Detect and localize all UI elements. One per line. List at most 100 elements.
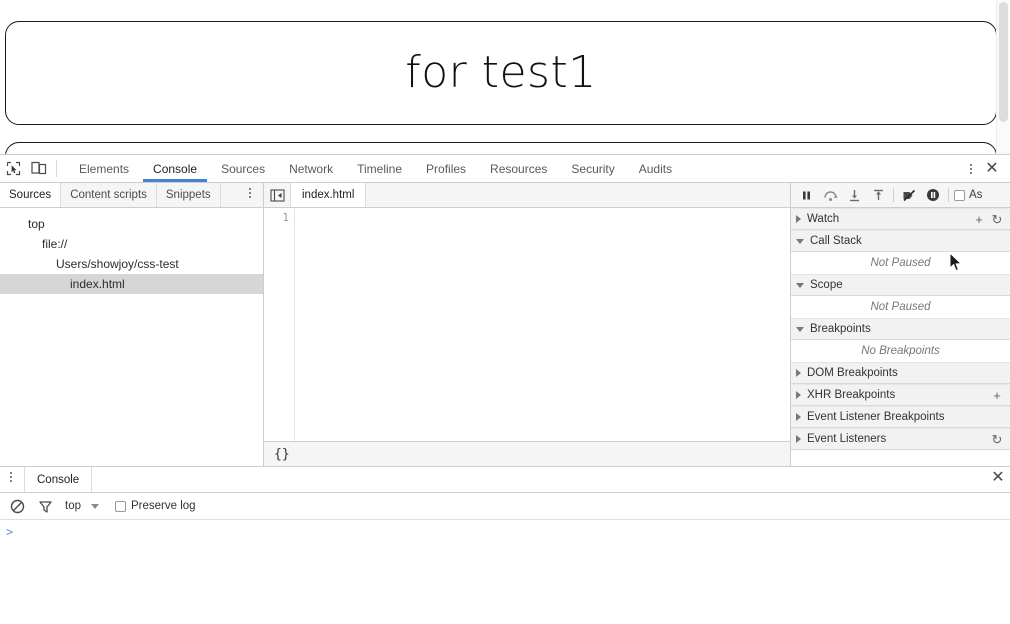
tab-label: Console bbox=[37, 473, 80, 486]
add-icon[interactable]: + bbox=[971, 211, 987, 227]
page-viewport: for test1 bbox=[0, 0, 1010, 154]
drawer-tab-list: Console ✕ bbox=[0, 467, 1010, 493]
inspect-cursor-icon[interactable] bbox=[0, 155, 26, 182]
console-message-list: > bbox=[0, 520, 1010, 624]
chevron-right-icon bbox=[796, 435, 801, 443]
pane-title: Scope bbox=[810, 279, 843, 291]
checkbox-box[interactable] bbox=[115, 500, 126, 512]
add-icon[interactable]: + bbox=[989, 387, 1005, 403]
pane-header-watch[interactable]: Watch + ↻ bbox=[791, 208, 1010, 230]
more-options-icon[interactable] bbox=[2, 467, 20, 487]
tab-label: Network bbox=[289, 161, 334, 176]
chevron-right-icon bbox=[796, 369, 801, 377]
refresh-icon[interactable]: ↻ bbox=[989, 211, 1005, 227]
clear-console-icon[interactable] bbox=[5, 495, 29, 517]
pane-header-dom-breakpoints[interactable]: DOM Breakpoints bbox=[791, 362, 1010, 384]
pretty-print-button[interactable]: {} bbox=[270, 447, 294, 462]
pane-header-call-stack[interactable]: Call Stack bbox=[791, 230, 1010, 252]
device-toolbar-icon[interactable] bbox=[26, 155, 52, 182]
tab-label: Security bbox=[571, 161, 615, 176]
tab-label: Resources bbox=[490, 161, 548, 176]
devtools-tab-list: Elements Console Sources Network Timelin… bbox=[67, 155, 684, 182]
tab-label: Content scripts bbox=[70, 189, 147, 201]
pane-title: Breakpoints bbox=[810, 323, 871, 335]
pane-header-event-listener-breakpoints[interactable]: Event Listener Breakpoints bbox=[791, 406, 1010, 428]
pause-on-exceptions-icon[interactable] bbox=[921, 184, 945, 206]
toolbar-divider bbox=[948, 188, 949, 202]
tab-label: Audits bbox=[638, 161, 673, 176]
tab-sources[interactable]: Sources bbox=[209, 155, 277, 182]
tab-elements[interactable]: Elements bbox=[67, 155, 141, 182]
tab-security[interactable]: Security bbox=[559, 155, 626, 182]
more-options-icon[interactable] bbox=[962, 159, 980, 179]
console-input[interactable] bbox=[19, 525, 1010, 539]
tab-timeline[interactable]: Timeline bbox=[345, 155, 414, 182]
debugger-sidebar: As Watch + ↻ Call Stack Not Paused Scope… bbox=[791, 183, 1010, 466]
pause-icon[interactable] bbox=[794, 184, 818, 206]
tree-item-folder[interactable]: Users/showjoy/css-test bbox=[0, 254, 263, 274]
async-checkbox[interactable]: As bbox=[954, 189, 982, 201]
pane-header-event-listeners[interactable]: Event Listeners ↻ bbox=[791, 428, 1010, 450]
pane-title: XHR Breakpoints bbox=[807, 389, 896, 401]
close-icon[interactable]: ✕ bbox=[986, 467, 1010, 489]
navigator-tab-content-scripts[interactable]: Content scripts bbox=[61, 183, 157, 207]
close-icon[interactable]: ✕ bbox=[980, 158, 1004, 180]
drawer-tab-console[interactable]: Console bbox=[24, 467, 93, 492]
file-tree: top file:// Users/showjoy/css-test index… bbox=[0, 208, 263, 466]
editor-tab-index-html[interactable]: index.html bbox=[291, 183, 367, 207]
page-vertical-scrollbar[interactable] bbox=[996, 0, 1010, 154]
page-content-box-secondary bbox=[5, 142, 997, 154]
navigator-tab-list: Sources Content scripts Snippets bbox=[0, 183, 263, 208]
pane-header-breakpoints[interactable]: Breakpoints bbox=[791, 318, 1010, 340]
chevron-down-icon bbox=[796, 238, 804, 244]
code-area[interactable]: 1 bbox=[264, 208, 790, 441]
step-over-icon[interactable] bbox=[818, 184, 842, 206]
code-content[interactable] bbox=[295, 208, 790, 441]
checkbox-box[interactable] bbox=[954, 189, 965, 201]
more-options-icon[interactable] bbox=[241, 183, 259, 203]
pane-actions: ↻ bbox=[989, 431, 1010, 447]
chevron-right-icon bbox=[796, 413, 801, 421]
tab-label: Timeline bbox=[357, 161, 403, 176]
navigator-tab-snippets[interactable]: Snippets bbox=[157, 183, 221, 207]
console-drawer: Console ✕ top Preserve log > bbox=[0, 467, 1010, 624]
console-toolbar: top Preserve log bbox=[0, 493, 1010, 520]
sources-panel: Sources Content scripts Snippets top fil… bbox=[0, 183, 1010, 467]
toolbar-right-actions: ✕ bbox=[962, 155, 1010, 182]
console-context-selector[interactable]: top bbox=[61, 500, 103, 512]
deactivate-breakpoints-icon[interactable] bbox=[897, 184, 921, 206]
editor-status-bar: {} bbox=[264, 441, 790, 466]
devtools-main-toolbar: Elements Console Sources Network Timelin… bbox=[0, 155, 1010, 183]
pane-title: Event Listeners bbox=[807, 433, 887, 445]
step-into-icon[interactable] bbox=[842, 184, 866, 206]
tree-item-label: top bbox=[28, 217, 45, 231]
preserve-log-checkbox[interactable]: Preserve log bbox=[115, 500, 196, 512]
tab-console[interactable]: Console bbox=[141, 155, 209, 182]
call-stack-status: Not Paused bbox=[791, 252, 1010, 274]
tree-item-top[interactable]: top bbox=[0, 214, 263, 234]
tab-profiles[interactable]: Profiles bbox=[414, 155, 478, 182]
tab-resources[interactable]: Resources bbox=[478, 155, 559, 182]
tree-item-label: Users/showjoy/css-test bbox=[56, 257, 179, 271]
debugger-toolbar: As bbox=[791, 183, 1010, 208]
line-number-gutter: 1 bbox=[264, 208, 295, 441]
tree-item-file-protocol[interactable]: file:// bbox=[0, 234, 263, 254]
tab-network[interactable]: Network bbox=[277, 155, 345, 182]
pane-header-xhr-breakpoints[interactable]: XHR Breakpoints + bbox=[791, 384, 1010, 406]
pane-header-scope[interactable]: Scope bbox=[791, 274, 1010, 296]
pane-title: Watch bbox=[807, 213, 840, 225]
debugger-panes: Watch + ↻ Call Stack Not Paused Scope No… bbox=[791, 208, 1010, 466]
chevron-down-icon bbox=[796, 326, 804, 332]
tree-item-index-html[interactable]: index.html bbox=[0, 274, 263, 294]
console-prompt[interactable]: > bbox=[0, 520, 1010, 539]
refresh-icon[interactable]: ↻ bbox=[989, 431, 1005, 447]
navigator-tab-sources[interactable]: Sources bbox=[0, 183, 62, 207]
scrollbar-thumb[interactable] bbox=[999, 2, 1008, 122]
tab-audits[interactable]: Audits bbox=[627, 155, 684, 182]
show-navigator-icon[interactable] bbox=[264, 183, 291, 207]
filter-icon[interactable] bbox=[33, 495, 57, 517]
tab-label: index.html bbox=[302, 189, 355, 201]
pane-title: Event Listener Breakpoints bbox=[807, 411, 945, 423]
step-out-icon[interactable] bbox=[866, 184, 890, 206]
chevron-down-icon bbox=[796, 282, 804, 288]
